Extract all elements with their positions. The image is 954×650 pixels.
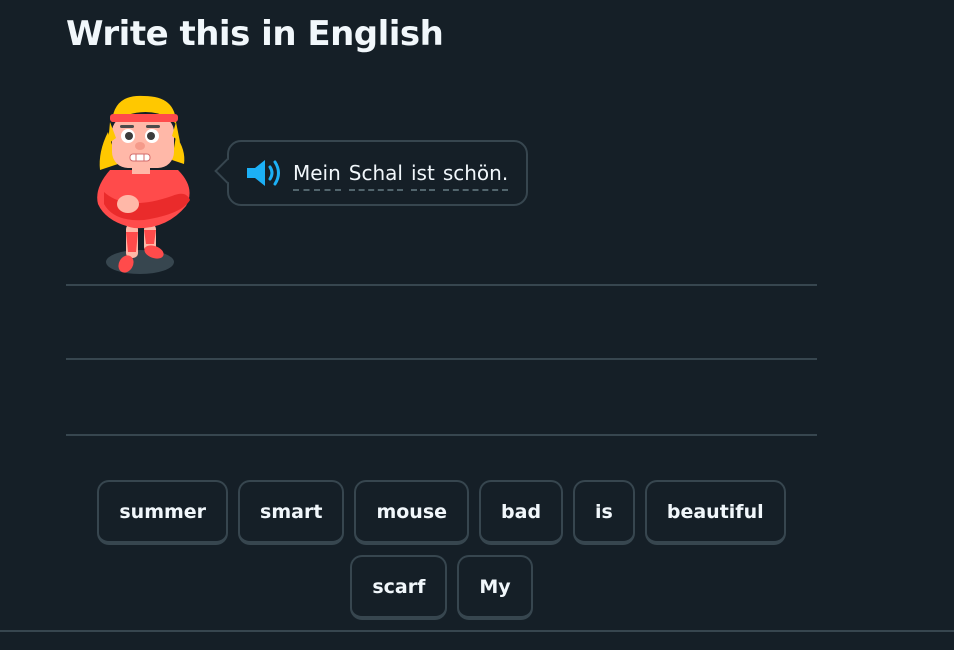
challenge-title: Write this in English (66, 14, 444, 54)
prompt-sentence: Mein Schal ist schön. (293, 155, 509, 191)
challenge-page: Write this in English Mein Schal ist sch… (0, 0, 954, 650)
bubble-tail (214, 158, 240, 184)
word-chip-bad[interactable]: bad (479, 480, 564, 545)
word-chip-beautiful[interactable]: beautiful (644, 480, 786, 545)
prompt-word[interactable]: Mein (293, 161, 341, 191)
word-chip-mouse[interactable]: mouse (354, 480, 470, 545)
answer-line (66, 434, 817, 436)
word-bank-row: summer smart mouse bad is beautiful (66, 480, 817, 545)
prompt-bubble: Mein Schal ist schön. (214, 140, 529, 206)
word-chip-smart[interactable]: smart (238, 480, 345, 545)
prompt-word[interactable]: ist (410, 161, 435, 191)
answer-line (66, 358, 817, 360)
footer-divider (0, 630, 954, 632)
word-chip-scarf[interactable]: scarf (350, 555, 448, 620)
word-chip-is[interactable]: is (573, 480, 635, 545)
word-chip-summer[interactable]: summer (97, 480, 229, 545)
word-bank: summer smart mouse bad is beautiful scar… (66, 480, 817, 630)
word-bank-row: scarf My (66, 555, 817, 620)
prompt-word[interactable]: schön. (442, 161, 509, 191)
word-chip-my[interactable]: My (457, 555, 533, 620)
character-illustration (86, 92, 206, 284)
prompt-word[interactable]: Schal (348, 161, 403, 191)
speaker-icon[interactable] (245, 156, 283, 190)
answer-line (66, 284, 817, 286)
